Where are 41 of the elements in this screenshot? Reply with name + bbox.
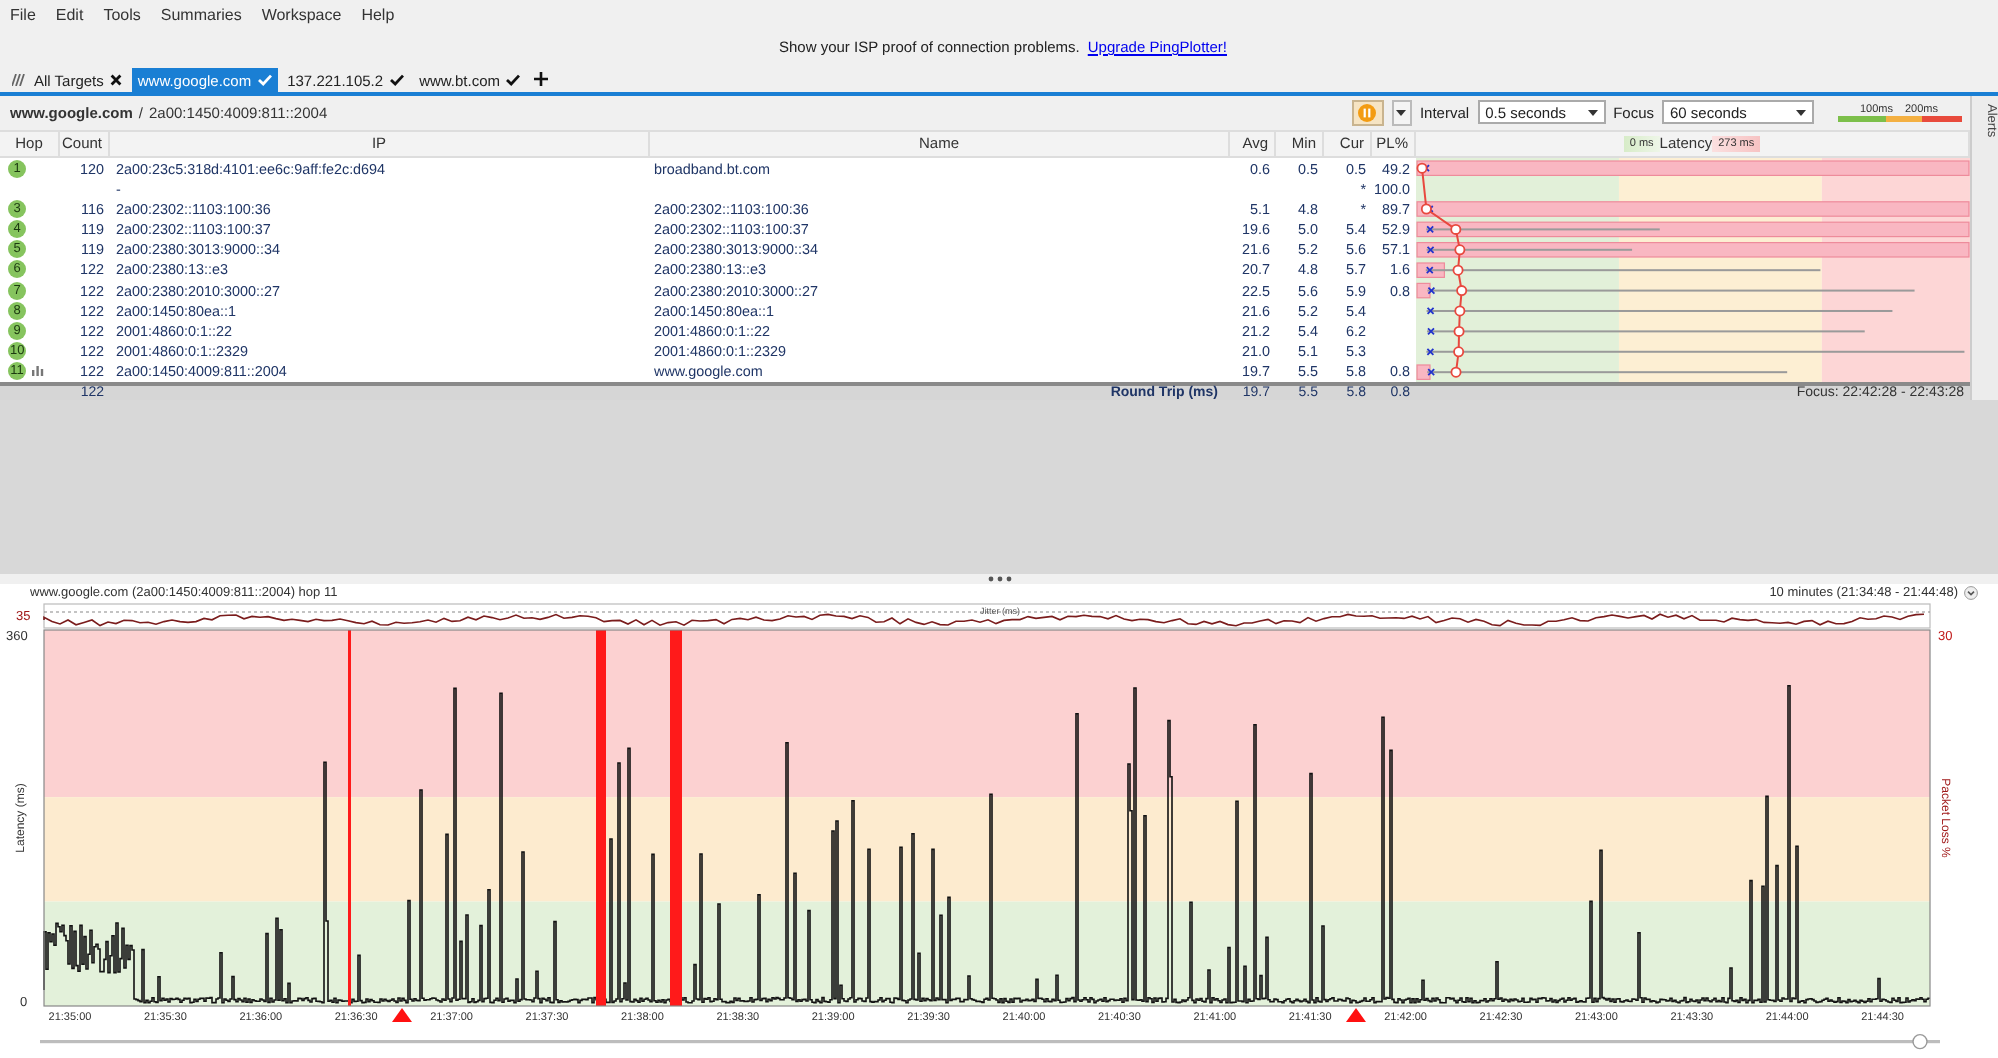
avg-marker bbox=[1452, 264, 1464, 276]
min-marker-icon bbox=[1426, 225, 1435, 234]
avg-marker bbox=[1456, 284, 1468, 296]
avg-marker bbox=[1450, 223, 1462, 235]
min-marker-icon bbox=[1426, 347, 1435, 356]
dropdown-button[interactable] bbox=[1391, 99, 1412, 126]
check-icon bbox=[257, 74, 272, 86]
add-tab-icon[interactable] bbox=[534, 72, 548, 86]
check-icon bbox=[389, 74, 404, 86]
avg-marker bbox=[1450, 366, 1462, 378]
min-marker-icon bbox=[1425, 266, 1434, 274]
avg-marker bbox=[1416, 162, 1428, 174]
menu-item[interactable]: Tools bbox=[103, 5, 141, 23]
avg-marker bbox=[1453, 346, 1465, 358]
check-icon bbox=[506, 74, 520, 86]
min-marker-icon bbox=[1427, 286, 1436, 295]
time-scrollbar[interactable] bbox=[40, 1040, 1940, 1044]
menu-item[interactable]: Edit bbox=[55, 5, 84, 23]
menu-item[interactable]: Help bbox=[361, 5, 395, 23]
min-marker-icon bbox=[1426, 245, 1435, 254]
splitter-handle-icon[interactable] bbox=[987, 576, 1011, 582]
chevron-down-icon[interactable] bbox=[1964, 586, 1978, 600]
caret-icon bbox=[1796, 109, 1806, 116]
menu-item[interactable]: Workspace bbox=[261, 5, 342, 23]
avg-marker bbox=[1454, 305, 1466, 317]
menu-item[interactable]: Summaries bbox=[160, 5, 242, 23]
min-marker-icon bbox=[1427, 327, 1435, 336]
scrollbar-thumb[interactable] bbox=[1912, 1033, 1928, 1050]
min-marker-icon bbox=[1426, 306, 1435, 315]
latency-scale-bar bbox=[1838, 115, 1962, 122]
menu-item[interactable]: File bbox=[10, 5, 36, 23]
graph-icon[interactable] bbox=[32, 366, 44, 377]
min-marker-icon bbox=[1427, 368, 1436, 376]
close-icon[interactable] bbox=[109, 74, 122, 86]
avg-marker bbox=[1453, 325, 1465, 337]
caret-icon bbox=[1396, 109, 1407, 116]
avg-marker bbox=[1454, 244, 1466, 256]
list-icon bbox=[12, 74, 28, 86]
caret-icon bbox=[1587, 109, 1598, 116]
avg-marker bbox=[1420, 203, 1432, 215]
pause-icon bbox=[1358, 103, 1377, 122]
